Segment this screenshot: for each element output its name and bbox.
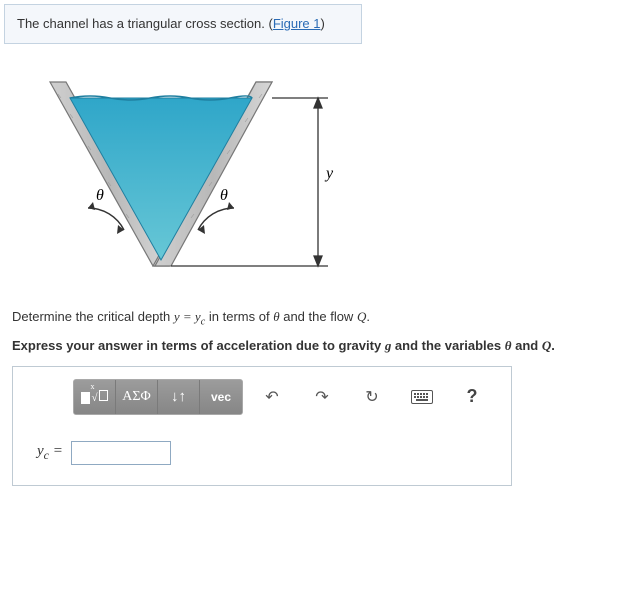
triangular-channel-svg: θ θ y <box>30 74 360 294</box>
reset-button[interactable]: ↻ <box>351 380 393 414</box>
theta-right-label: θ <box>220 187 228 204</box>
answer-lhs: yc = <box>37 443 63 463</box>
help-icon: ? <box>467 386 478 407</box>
figure: θ θ y <box>30 74 640 297</box>
answer-equals: = <box>49 443 63 459</box>
vec-button[interactable]: vec <box>200 380 242 414</box>
q1-eq: y = y <box>174 309 201 324</box>
answer-row: yc = <box>37 441 497 465</box>
question-line-2: Express your answer in terms of accelera… <box>12 336 628 356</box>
q1-post: in terms of θ and the flow Q. <box>205 309 370 324</box>
q1-pre: Determine the critical depth <box>12 309 174 324</box>
intro-text-after: ) <box>321 16 325 31</box>
answer-panel: x √ ΑΣΦ ↓↑ vec ↶ ↷ ↻ <box>12 366 512 486</box>
question-line-1: Determine the critical depth y = yc in t… <box>12 307 628 330</box>
depth-label: y <box>324 165 334 182</box>
redo-icon: ↷ <box>315 387 328 407</box>
question-block: Determine the critical depth y = yc in t… <box>12 307 628 356</box>
toolbar-group: x √ ΑΣΦ ↓↑ vec <box>73 379 243 415</box>
vec-icon: vec <box>211 390 231 404</box>
undo-button[interactable]: ↶ <box>251 380 293 414</box>
subsup-icon: ↓↑ <box>171 388 186 405</box>
problem-intro: The channel has a triangular cross secti… <box>4 4 362 44</box>
intro-text-before: The channel has a triangular cross secti… <box>17 16 273 31</box>
greek-button[interactable]: ΑΣΦ <box>116 380 158 414</box>
answer-lhs-var: y <box>37 443 44 459</box>
template-icon: x √ <box>81 390 107 404</box>
greek-icon: ΑΣΦ <box>122 389 151 405</box>
keyboard-button[interactable] <box>401 380 443 414</box>
theta-left-label: θ <box>96 187 104 204</box>
templates-button[interactable]: x √ <box>74 380 116 414</box>
figure-link[interactable]: Figure 1 <box>273 16 321 31</box>
help-button[interactable]: ? <box>451 380 493 414</box>
undo-icon: ↶ <box>265 387 278 407</box>
reset-icon: ↻ <box>365 387 378 407</box>
keyboard-icon <box>411 390 433 404</box>
subsup-button[interactable]: ↓↑ <box>158 380 200 414</box>
equation-toolbar: x √ ΑΣΦ ↓↑ vec ↶ ↷ ↻ <box>73 379 497 415</box>
redo-button[interactable]: ↷ <box>301 380 343 414</box>
answer-input[interactable] <box>71 441 171 465</box>
